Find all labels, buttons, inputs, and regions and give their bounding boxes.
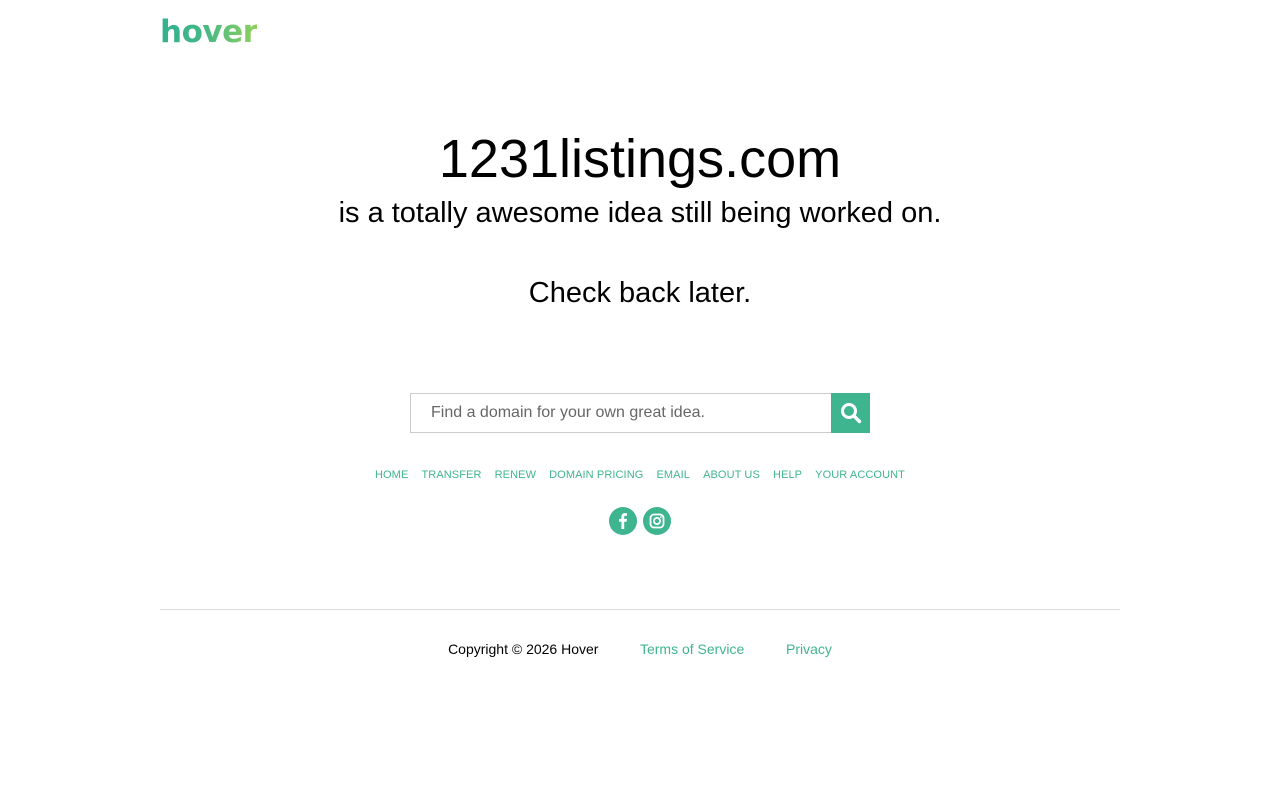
- main-nav: HOME TRANSFER RENEW DOMAIN PRICING EMAIL…: [0, 468, 1280, 482]
- search-icon: [840, 403, 861, 424]
- hover-logo[interactable]: hover: [160, 12, 258, 52]
- tagline: is a totally awesome idea still being wo…: [338, 197, 942, 229]
- facebook-link[interactable]: [609, 507, 637, 535]
- nav-domain-pricing[interactable]: DOMAIN PRICING: [549, 469, 643, 481]
- nav-renew[interactable]: RENEW: [495, 469, 536, 481]
- nav-email[interactable]: EMAIL: [656, 469, 690, 481]
- domain-title: 1231listings.com: [438, 129, 842, 189]
- nav-home[interactable]: HOME: [375, 469, 408, 481]
- search-button[interactable]: [831, 393, 870, 433]
- nav-about-us[interactable]: ABOUT US: [703, 469, 760, 481]
- nav-transfer[interactable]: TRANSFER: [421, 469, 481, 481]
- facebook-icon: [619, 513, 627, 529]
- instagram-icon: [649, 513, 665, 529]
- footer: Copyright © 2026 Hover Terms of Service …: [0, 641, 1280, 657]
- nav-help[interactable]: HELP: [773, 469, 802, 481]
- nav-your-account[interactable]: YOUR ACCOUNT: [815, 469, 905, 481]
- domain-search-form: [410, 393, 870, 433]
- check-back-text: Check back later.: [528, 277, 752, 309]
- page: hover 1231listings.com is a totally awes…: [0, 0, 1280, 800]
- instagram-link[interactable]: [643, 507, 671, 535]
- domain-search-input[interactable]: [410, 393, 831, 433]
- terms-of-service-link[interactable]: Terms of Service: [640, 641, 744, 657]
- social-links: [609, 507, 671, 535]
- footer-divider: [160, 609, 1120, 610]
- privacy-link[interactable]: Privacy: [786, 641, 832, 657]
- copyright-text: Copyright © 2026 Hover: [448, 641, 599, 657]
